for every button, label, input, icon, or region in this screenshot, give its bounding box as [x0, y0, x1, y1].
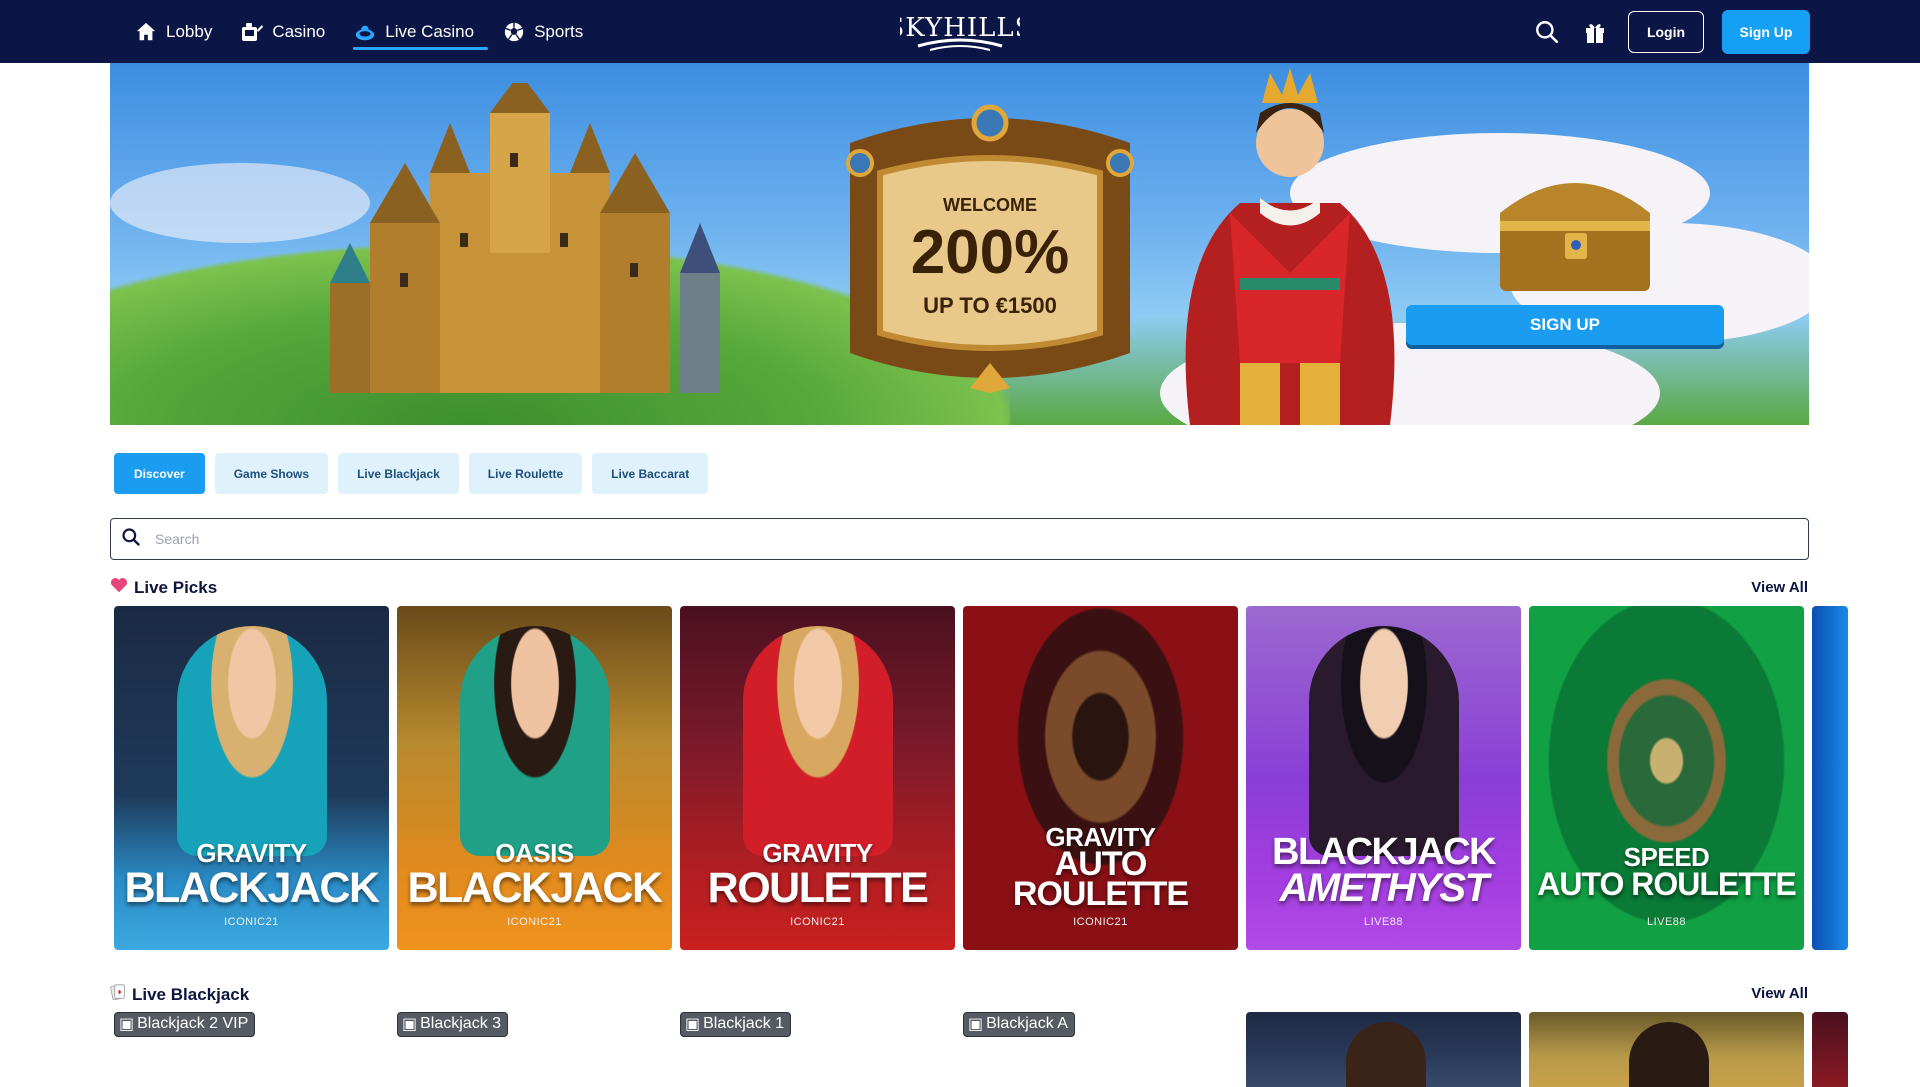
- nav-sports[interactable]: Sports: [488, 0, 597, 63]
- game-tile[interactable]: [1529, 1012, 1804, 1087]
- game-tile-broken-image[interactable]: ▣ Blackjack 1: [680, 1012, 955, 1087]
- heart-icon: [110, 577, 128, 598]
- nav-lobby[interactable]: Lobby: [120, 0, 226, 63]
- filter-discover[interactable]: Discover: [114, 453, 205, 494]
- login-button[interactable]: Login: [1628, 11, 1704, 53]
- game-tile[interactable]: [1246, 1012, 1521, 1087]
- treasure-chest-illustration: [1500, 183, 1650, 291]
- nav-sports-label: Sports: [534, 21, 584, 41]
- top-navigation-bar: Lobby Casino Live Casino Sports SKYHILLS: [0, 0, 1920, 63]
- dealer-image: [1346, 1022, 1426, 1087]
- game-provider: ICONIC21: [224, 916, 279, 928]
- game-tile[interactable]: GRAVITY AUTO ROULETTE ICONIC21: [963, 606, 1238, 950]
- live-picks-title: Live Picks: [134, 577, 218, 597]
- image-alt-text: ▣ Blackjack 2 VIP: [114, 1012, 256, 1037]
- soccer-ball-icon: [502, 20, 526, 44]
- main-nav: Lobby Casino Live Casino Sports: [120, 0, 597, 63]
- search-icon: [121, 527, 141, 552]
- category-filters: Discover Game Shows Live Blackjack Live …: [114, 453, 709, 494]
- game-tile[interactable]: OASIS BLACKJACK ICONIC21: [397, 606, 672, 950]
- game-title-line2: BLACKJACK: [124, 864, 380, 912]
- castle-illustration: [330, 83, 720, 393]
- live-blackjack-header: Live Blackjack: [110, 983, 249, 1006]
- broken-image-icon: ▣: [968, 1016, 984, 1033]
- game-tile-partial[interactable]: [1812, 606, 1848, 950]
- king-character-illustration: [1185, 68, 1395, 425]
- game-tile[interactable]: SPEED AUTO ROULETTE LIVE88: [1529, 606, 1804, 950]
- promo-banner[interactable]: WELCOME 200% UP TO €1500 SIGN UP: [110, 63, 1809, 425]
- banner-upto-text: UP TO €1500: [923, 293, 1057, 318]
- dealer-image: [459, 626, 610, 856]
- slots-icon: [240, 20, 264, 44]
- live-picks-header: Live Picks: [110, 577, 217, 598]
- game-tile[interactable]: GRAVITY BLACKJACK ICONIC21: [114, 606, 389, 950]
- search-input[interactable]: [155, 531, 1755, 547]
- welcome-sign-illustration: WELCOME 200% UP TO €1500: [846, 104, 1134, 393]
- game-provider: ICONIC21: [507, 916, 562, 928]
- filter-game-shows[interactable]: Game Shows: [214, 453, 329, 494]
- game-title-line2: BLACKJACK: [407, 864, 663, 912]
- broken-image-icon: ▣: [402, 1016, 418, 1033]
- game-tile[interactable]: GRAVITY ROULETTE ICONIC21: [680, 606, 955, 950]
- banner-signup-button[interactable]: SIGN UP: [1406, 305, 1724, 345]
- signup-button[interactable]: Sign Up: [1722, 10, 1810, 54]
- search-icon[interactable]: [1532, 17, 1562, 47]
- banner-percent-text: 200%: [911, 218, 1070, 287]
- live-blackjack-title: Live Blackjack: [132, 984, 250, 1004]
- game-tile-partial[interactable]: [1812, 1012, 1848, 1087]
- dealer-image: [742, 626, 893, 856]
- filter-live-baccarat[interactable]: Live Baccarat: [592, 453, 709, 494]
- live-picks-carousel: GRAVITY BLACKJACK ICONIC21 OASIS BLACKJA…: [114, 606, 1848, 950]
- game-title-line2: ROULETTE: [707, 864, 929, 912]
- dealer-image: [1629, 1022, 1709, 1087]
- game-tile-broken-image[interactable]: ▣ Blackjack A: [963, 1012, 1238, 1087]
- live-picks-view-all[interactable]: View All: [1751, 579, 1808, 596]
- game-provider: ICONIC21: [790, 916, 845, 928]
- game-tile-broken-image[interactable]: ▣ Blackjack 3: [397, 1012, 672, 1087]
- game-search-bar[interactable]: [110, 518, 1809, 560]
- skyhills-logo[interactable]: SKYHILLS: [900, 8, 1020, 54]
- broken-image-icon: ▣: [119, 1016, 135, 1033]
- filter-live-blackjack[interactable]: Live Blackjack: [338, 453, 459, 494]
- game-title-line3: ROULETTE: [1012, 875, 1189, 913]
- live-casino-icon: [353, 20, 377, 44]
- live-blackjack-carousel: ▣ Blackjack 2 VIP ▣ Blackjack 3 ▣ Blackjack…: [114, 1012, 1848, 1087]
- broken-image-icon: ▣: [685, 1016, 701, 1033]
- nav-casino[interactable]: Casino: [226, 0, 339, 63]
- live-blackjack-view-all[interactable]: View All: [1751, 985, 1808, 1002]
- nav-casino-label: Casino: [272, 21, 326, 41]
- filter-live-roulette[interactable]: Live Roulette: [468, 453, 583, 494]
- gift-icon[interactable]: [1580, 17, 1610, 47]
- dealer-image: [1308, 626, 1459, 856]
- nav-lobby-label: Lobby: [166, 21, 213, 41]
- nav-live-casino[interactable]: Live Casino: [339, 0, 488, 63]
- home-icon: [134, 20, 158, 44]
- image-alt-text: ▣ Blackjack A: [963, 1012, 1075, 1037]
- game-provider: ICONIC21: [1073, 916, 1128, 928]
- playing-cards-icon: [110, 983, 126, 1006]
- image-alt-text: ▣ Blackjack 1: [680, 1012, 792, 1037]
- header-actions: Login Sign Up: [1532, 10, 1810, 54]
- nav-live-casino-label: Live Casino: [385, 21, 475, 41]
- game-title-line2: AUTO ROULETTE: [1537, 866, 1796, 902]
- banner-welcome-text: WELCOME: [943, 195, 1037, 215]
- game-provider: LIVE88: [1363, 916, 1404, 928]
- image-alt-text: ▣ Blackjack 3: [397, 1012, 509, 1037]
- game-provider: LIVE88: [1646, 916, 1687, 928]
- game-thumbnail: [1812, 606, 1848, 950]
- game-tile-broken-image[interactable]: ▣ Blackjack 2 VIP: [114, 1012, 389, 1087]
- game-tile[interactable]: BLACKJACK AMETHYST LIVE88: [1246, 606, 1521, 950]
- game-title-line2: AMETHYST: [1279, 866, 1490, 910]
- dealer-image: [176, 626, 327, 856]
